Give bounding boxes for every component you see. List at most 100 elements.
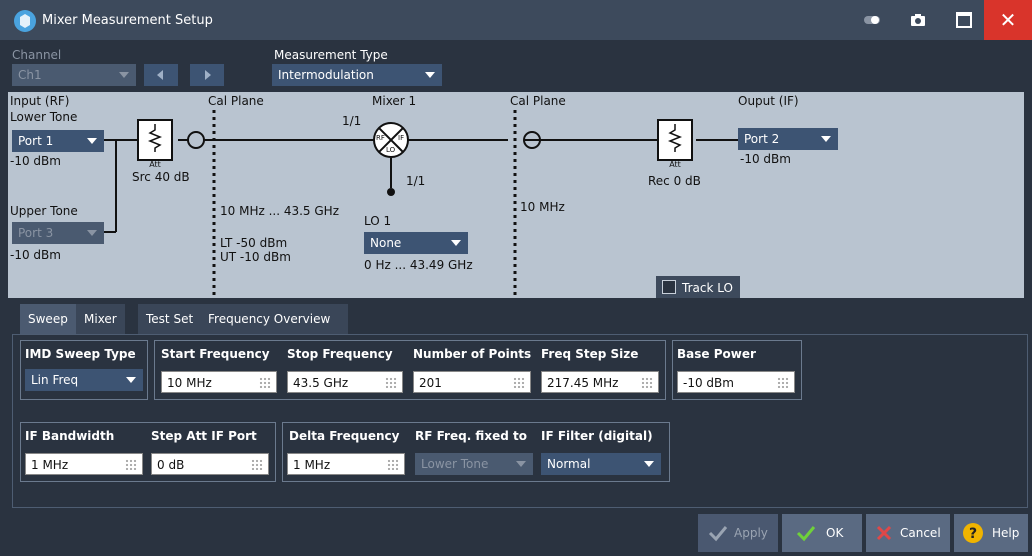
chevron-down-icon xyxy=(87,230,97,236)
close-button[interactable]: ✕ xyxy=(984,0,1032,40)
toggle-icon[interactable] xyxy=(860,8,884,32)
help-icon: ? xyxy=(963,523,983,543)
next-channel-button[interactable] xyxy=(190,64,224,86)
channel-select[interactable]: Ch1 xyxy=(12,64,136,86)
src-attenuation: Src 40 dB xyxy=(132,170,190,184)
window-title: Mixer Measurement Setup xyxy=(42,13,213,28)
keypad-icon[interactable] xyxy=(513,377,525,388)
upper-tone-label: Upper Tone xyxy=(10,204,78,218)
upper-tone-port-value: Port 3 xyxy=(18,226,54,240)
chevron-down-icon xyxy=(126,377,136,383)
output-if-label: Ouput (IF) xyxy=(738,94,799,108)
lower-tone-power: -10 dBm xyxy=(10,154,61,168)
keypad-icon[interactable] xyxy=(259,377,271,388)
ut-power: UT -10 dBm xyxy=(220,250,291,264)
lower-tone-port-value: Port 1 xyxy=(18,134,54,148)
channel-label: Channel xyxy=(12,48,62,62)
imd-sweep-type-label: IMD Sweep Type xyxy=(25,347,136,361)
prev-channel-button[interactable] xyxy=(144,64,178,86)
apply-button[interactable]: Apply xyxy=(698,514,778,552)
if-bandwidth-value: 1 MHz xyxy=(31,458,69,472)
step-att-if-port-value: 0 dB xyxy=(157,458,185,472)
upper-tone-power: -10 dBm xyxy=(10,248,61,262)
number-of-points-field[interactable]: 201 xyxy=(413,371,531,393)
start-frequency-label: Start Frequency xyxy=(161,347,270,361)
chevron-down-icon xyxy=(87,138,97,144)
mixer-diagram: Input (RF) Lower Tone Port 1 -10 dBm Att… xyxy=(8,92,1024,298)
chevron-down-icon xyxy=(451,240,461,246)
input-rf-label: Input (RF) xyxy=(10,94,70,108)
keypad-icon[interactable] xyxy=(125,459,137,470)
maximize-icon[interactable] xyxy=(952,8,976,32)
measurement-type-label: Measurement Type xyxy=(274,48,388,62)
measurement-type-value: Intermodulation xyxy=(278,68,374,82)
start-frequency-value: 10 MHz xyxy=(167,376,212,390)
mixer-label: Mixer 1 xyxy=(372,94,417,108)
lo-value: None xyxy=(370,236,402,250)
channel-value: Ch1 xyxy=(18,68,42,82)
output-port-select[interactable]: Port 2 xyxy=(738,128,838,150)
camera-icon[interactable] xyxy=(906,8,930,32)
rf-freq-fixed-label: RF Freq. fixed to xyxy=(415,429,527,443)
base-power-group: Base Power -10 dBm xyxy=(672,340,802,400)
track-lo-checkbox[interactable]: Track LO xyxy=(656,276,740,298)
output-port-value: Port 2 xyxy=(744,132,780,146)
output-power: -10 dBm xyxy=(740,152,791,166)
att-label-src: Att xyxy=(149,160,161,169)
mixer-ratio-rf: 1/1 xyxy=(342,114,362,128)
keypad-icon[interactable] xyxy=(387,459,399,470)
keypad-icon[interactable] xyxy=(251,459,263,470)
delta-frequency-label: Delta Frequency xyxy=(289,429,400,443)
stop-frequency-label: Stop Frequency xyxy=(287,347,393,361)
ok-button[interactable]: OK xyxy=(782,514,862,552)
rf-freq-fixed-select[interactable]: Lower Tone xyxy=(415,453,533,475)
stop-frequency-field[interactable]: 43.5 GHz xyxy=(287,371,403,393)
imd-sweep-type-value: Lin Freq xyxy=(31,373,79,387)
imd-sweep-type-select[interactable]: Lin Freq xyxy=(25,369,143,391)
tab-frequency-overview[interactable]: Frequency Overview xyxy=(200,304,348,334)
chevron-down-icon xyxy=(821,136,831,142)
base-power-field[interactable]: -10 dBm xyxy=(677,371,795,393)
step-att-if-port-label: Step Att IF Port xyxy=(151,429,257,443)
help-button[interactable]: ? Help xyxy=(954,514,1028,552)
stop-frequency-value: 43.5 GHz xyxy=(293,376,349,390)
chevron-down-icon xyxy=(644,461,654,467)
cal-plane-2-label: Cal Plane xyxy=(510,94,566,108)
number-of-points-value: 201 xyxy=(419,376,442,390)
keypad-icon[interactable] xyxy=(641,377,653,388)
imd-sweep-type-group: IMD Sweep Type Lin Freq xyxy=(20,340,148,400)
help-label: Help xyxy=(992,526,1020,540)
rf-freq-fixed-value: Lower Tone xyxy=(421,457,489,471)
lower-tone-port-select[interactable]: Port 1 xyxy=(12,130,104,152)
start-frequency-field[interactable]: 10 MHz xyxy=(161,371,277,393)
lower-tone-label: Lower Tone xyxy=(10,110,78,124)
upper-tone-port-select[interactable]: Port 3 xyxy=(12,222,104,244)
freq-step-size-value: 217.45 MHz xyxy=(547,376,619,390)
keypad-icon[interactable] xyxy=(777,377,789,388)
check-icon xyxy=(708,526,728,542)
keypad-icon[interactable] xyxy=(385,377,397,388)
checkbox-box-icon xyxy=(662,280,676,294)
delta-frequency-group: Delta Frequency 1 MHz RF Freq. fixed to … xyxy=(282,422,670,482)
delta-frequency-field[interactable]: 1 MHz xyxy=(287,453,405,475)
if-bandwidth-field[interactable]: 1 MHz xyxy=(25,453,143,475)
step-att-if-port-field[interactable]: 0 dB xyxy=(151,453,269,475)
title-bar: Mixer Measurement Setup ✕ xyxy=(0,0,1032,40)
cancel-button[interactable]: Cancel xyxy=(866,514,950,552)
measurement-type-select[interactable]: Intermodulation xyxy=(272,64,442,86)
delta-frequency-value: 1 MHz xyxy=(293,458,331,472)
tab-sweep[interactable]: Sweep xyxy=(20,304,76,334)
check-icon xyxy=(796,526,816,542)
cal-plane-1-label: Cal Plane xyxy=(208,94,264,108)
tab-mixer[interactable]: Mixer xyxy=(76,304,125,334)
mixer-ratio-lo: 1/1 xyxy=(406,174,426,188)
tab-test-set[interactable]: Test Set xyxy=(138,304,202,334)
freq-step-size-label: Freq Step Size xyxy=(541,347,639,361)
if-filter-select[interactable]: Normal xyxy=(541,453,661,475)
lo-frequency-range: 0 Hz ... 43.49 GHz xyxy=(364,258,473,272)
lo-select[interactable]: None xyxy=(364,232,468,254)
freq-step-size-field[interactable]: 217.45 MHz xyxy=(541,371,659,393)
mixer-lo-port-label: LO xyxy=(386,146,396,154)
if-filter-label: IF Filter (digital) xyxy=(541,429,653,443)
cancel-label: Cancel xyxy=(900,526,941,540)
